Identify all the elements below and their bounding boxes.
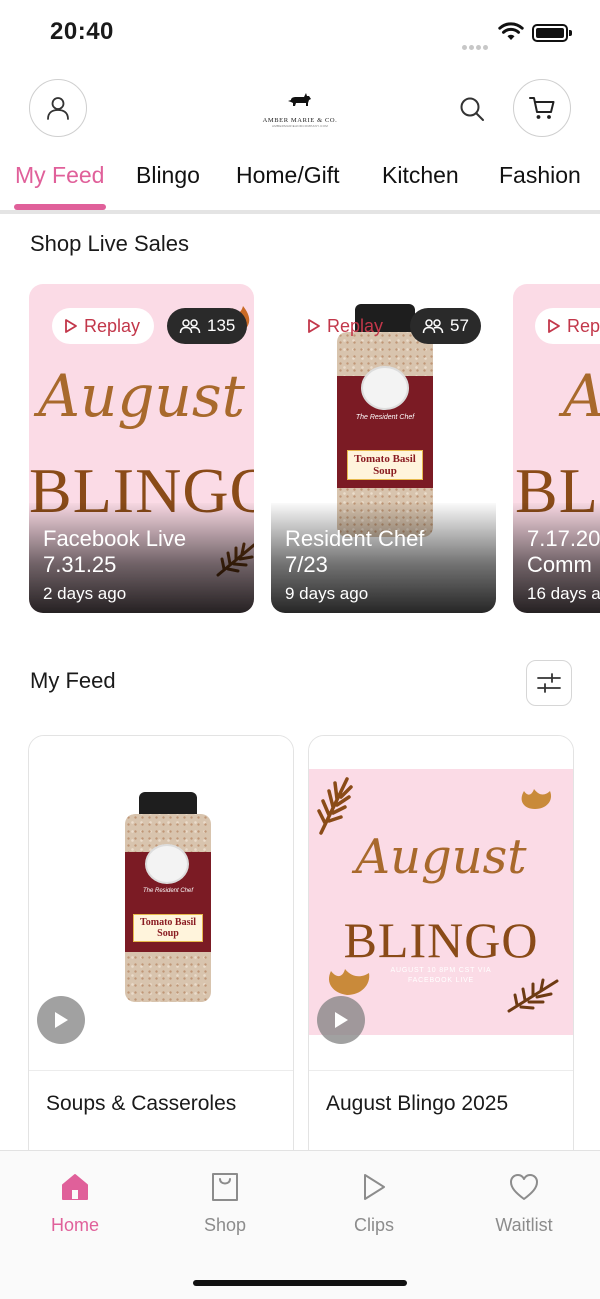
art-script-text: A: [563, 362, 600, 430]
status-bar: 20:40: [0, 0, 600, 66]
nav-home[interactable]: Home: [20, 1169, 130, 1236]
profile-button[interactable]: [29, 79, 87, 137]
feed-card[interactable]: August BLINGO AUGUST 10 8PM CST VIA FACE…: [308, 735, 574, 1175]
viewer-count-badge: 57: [410, 308, 481, 344]
app-header: AMBER MARIE & CO. AMBERMARIEANDCOMPANY.C…: [0, 66, 600, 152]
play-outline-icon: [308, 319, 320, 333]
live-sales-carousel[interactable]: August BLINGO Replay 135 Facebook Live 7…: [0, 284, 600, 614]
jar-product-name: Tomato Basil Soup: [354, 453, 416, 477]
card-title-line2: Comm: [527, 552, 592, 577]
logo-text: AMBER MARIE & CO.: [262, 117, 338, 124]
jar-product-name: Tomato Basil Soup: [139, 917, 197, 939]
play-icon: [55, 1012, 68, 1028]
live-card[interactable]: Tomato Basil Soup The Resident Chef Repl…: [271, 284, 496, 613]
search-icon: [460, 97, 484, 121]
feed-card-media: Tomato Basil Soup The Resident Chef: [29, 736, 293, 1070]
home-icon: [62, 1174, 88, 1200]
tab-blingo[interactable]: Blingo: [136, 162, 200, 189]
sliders-icon: [537, 673, 561, 693]
group-icon: [422, 319, 444, 334]
feed-card-divider: [29, 1070, 293, 1071]
art-script-text: August: [38, 362, 245, 430]
cart-icon: [529, 97, 555, 119]
feed-card[interactable]: Tomato Basil Soup The Resident Chef Soup…: [28, 735, 294, 1175]
play-video-button[interactable]: [317, 996, 365, 1044]
viewer-count: 57: [450, 316, 469, 335]
nav-label: Home: [50, 1215, 99, 1235]
replay-badge[interactable]: Replay: [535, 308, 600, 344]
card-title-line1: Resident Chef: [285, 526, 425, 551]
play-video-button[interactable]: [37, 996, 85, 1044]
filter-button[interactable]: [526, 660, 572, 706]
replay-badge[interactable]: Replay: [295, 308, 397, 344]
replay-label: Replay: [567, 315, 600, 336]
wifi-icon: [498, 22, 524, 40]
shopping-bag-icon: [212, 1173, 238, 1201]
feed-heading: My Feed: [30, 668, 116, 693]
art-caption: AUGUST 10 8PM CST VIA FACEBOOK LIVE: [390, 967, 492, 984]
play-icon: [364, 1174, 385, 1200]
card-title-line2: 7.31.25: [43, 552, 117, 577]
card-title-line1: Facebook Live: [43, 526, 187, 551]
home-indicator[interactable]: [193, 1280, 407, 1286]
play-icon: [335, 1012, 348, 1028]
autumn-leaf-icon: [521, 789, 552, 827]
replay-label: Replay: [84, 315, 141, 336]
live-card[interactable]: August BLINGO Replay 135 Facebook Live 7…: [29, 284, 254, 613]
jar-brand-name: The Resident Chef: [355, 414, 415, 421]
cart-button[interactable]: [513, 79, 571, 137]
blingo-artwork: August BLINGO AUGUST 10 8PM CST VIA FACE…: [309, 769, 573, 1035]
signal-dots-icon: [462, 37, 492, 50]
tab-home-gift[interactable]: Home/Gift: [236, 162, 340, 189]
active-tab-indicator: [14, 204, 106, 210]
viewer-count-badge: 135: [167, 308, 248, 344]
feed-card-title: August Blingo 2025: [326, 1092, 509, 1115]
nav-waitlist[interactable]: Waitlist: [469, 1169, 579, 1236]
card-time: 2 days ago: [43, 584, 127, 603]
card-title-line1: 7.17.20: [527, 526, 600, 551]
nav-shop[interactable]: Shop: [170, 1169, 280, 1236]
nav-label: Shop: [203, 1215, 247, 1235]
logo-subtext: AMBERMARIEANDCOMPANY.COM: [271, 124, 329, 128]
heart-icon: [510, 1174, 538, 1200]
replay-label: Replay: [327, 315, 384, 336]
tab-my-feed[interactable]: My Feed: [15, 162, 104, 189]
art-title-text: BLINGO: [343, 912, 539, 968]
group-icon: [179, 319, 201, 334]
art-script-text: August: [355, 829, 527, 885]
nav-label: Waitlist: [495, 1215, 553, 1235]
feed-card-title: Soups & Casseroles: [46, 1092, 237, 1115]
status-time: 20:40: [50, 18, 114, 45]
battery-icon: [532, 24, 572, 42]
brand-logo[interactable]: AMBER MARIE & CO. AMBERMARIEANDCOMPANY.C…: [262, 92, 338, 132]
category-tabs: My Feed Blingo Home/Gift Kitchen Fashion: [0, 152, 600, 214]
nav-label: Clips: [353, 1215, 394, 1235]
bottom-navigation: Home Shop Clips Waitlist: [0, 1150, 600, 1299]
replay-badge[interactable]: Replay: [52, 308, 155, 344]
autumn-leaf-icon: [317, 777, 353, 835]
soup-jar-image: Tomato Basil Soup The Resident Chef: [123, 792, 213, 1002]
card-time: 16 days a: [527, 584, 600, 603]
scottie-dog-icon: [288, 93, 311, 106]
card-title-line2: 7/23: [285, 552, 328, 577]
feed-card-divider: [309, 1070, 573, 1071]
live-sales-heading: Shop Live Sales: [30, 231, 189, 256]
user-icon: [47, 97, 69, 120]
search-button[interactable]: [455, 92, 489, 126]
play-outline-icon: [548, 319, 560, 333]
play-outline-icon: [65, 319, 77, 333]
feed-card-media: August BLINGO AUGUST 10 8PM CST VIA FACE…: [309, 736, 573, 1070]
tab-fashion[interactable]: Fashion: [499, 162, 581, 189]
nav-clips[interactable]: Clips: [319, 1169, 429, 1236]
viewer-count: 135: [207, 316, 236, 335]
jar-brand-name: The Resident Chef: [142, 888, 194, 894]
card-time: 9 days ago: [285, 584, 369, 603]
live-card[interactable]: A BLI Replay 7.17.20 Comm 16 days a: [513, 284, 600, 613]
tab-kitchen[interactable]: Kitchen: [382, 162, 459, 189]
